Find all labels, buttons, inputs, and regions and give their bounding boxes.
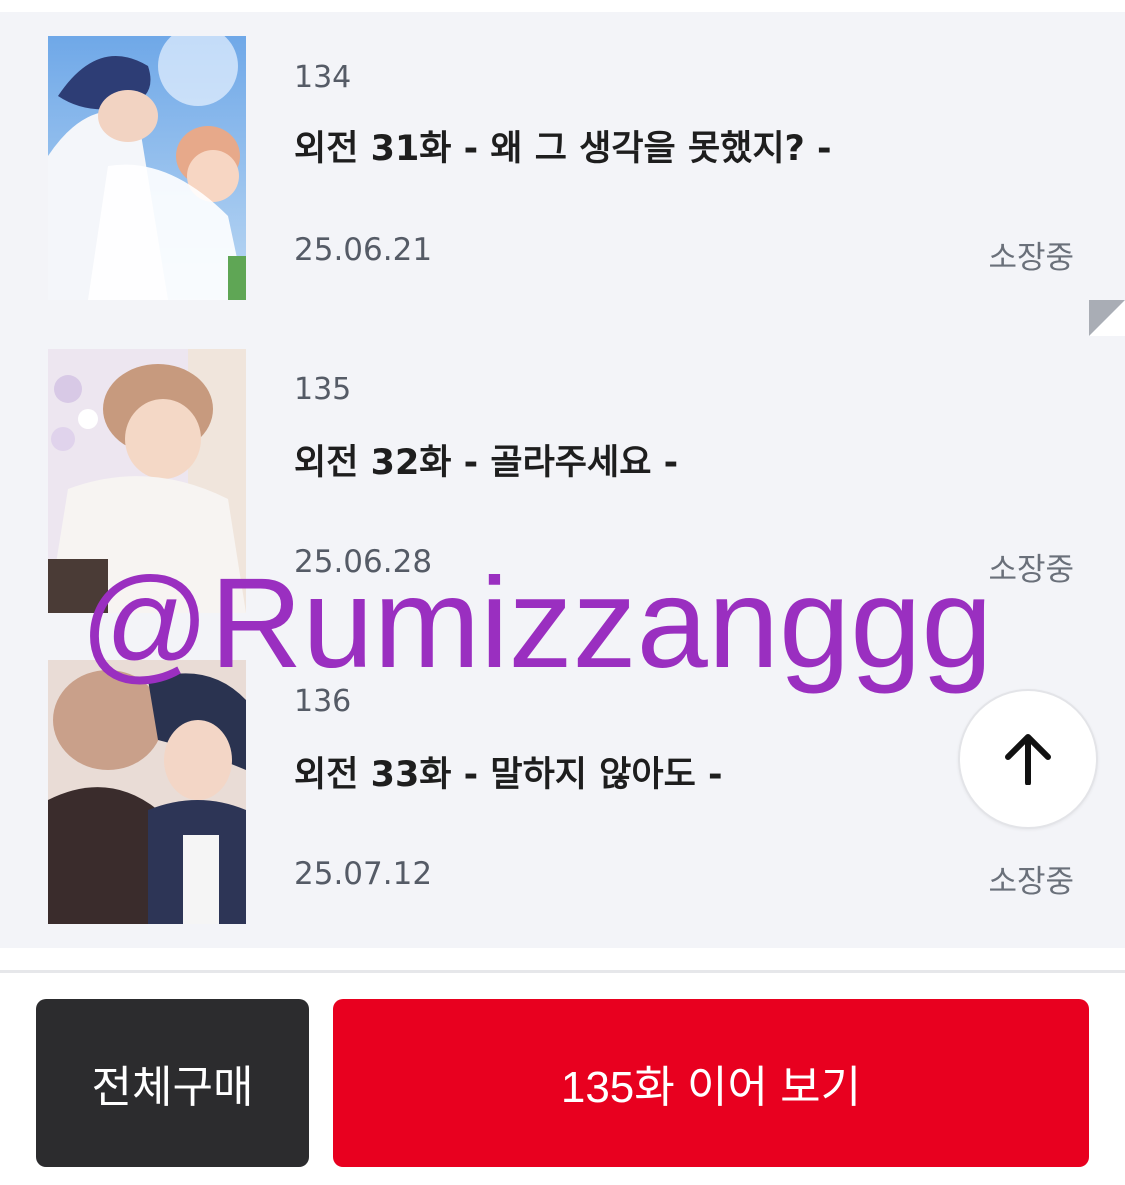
episode-title[interactable]: 외전 31화 - 왜 그 생각을 못했지? - xyxy=(294,120,832,171)
ownership-status: 소장중 xyxy=(988,552,1074,588)
ownership-status: 소장중 xyxy=(988,864,1074,900)
episode-thumbnail[interactable] xyxy=(48,36,246,300)
episode-number: 134 xyxy=(294,60,352,95)
episode-list: 134 외전 31화 - 왜 그 생각을 못했지? - 25.06.21 소장중… xyxy=(0,12,1125,948)
thumbnail-art xyxy=(48,349,246,613)
scroll-to-top-button[interactable] xyxy=(958,689,1098,829)
episode-row[interactable]: 134 외전 31화 - 왜 그 생각을 못했지? - 25.06.21 소장중 xyxy=(0,12,1125,324)
thumbnail-art xyxy=(48,660,246,924)
episode-date: 25.06.28 xyxy=(294,544,433,580)
page-fold-icon xyxy=(1089,300,1125,336)
episode-title[interactable]: 외전 33화 - 말하지 않아도 - xyxy=(294,746,723,797)
arrow-up-icon xyxy=(1005,734,1051,785)
divider xyxy=(0,970,1125,973)
thumbnail-art xyxy=(48,36,246,300)
continue-reading-button[interactable]: 135화 이어 보기 xyxy=(333,999,1089,1167)
episode-row[interactable]: 135 외전 32화 - 골라주세요 - 25.06.28 소장중 xyxy=(0,324,1125,636)
episode-number: 136 xyxy=(294,684,352,719)
episode-date: 25.06.21 xyxy=(294,232,433,268)
episode-title[interactable]: 외전 32화 - 골라주세요 - xyxy=(294,434,678,485)
episode-date: 25.07.12 xyxy=(294,856,433,892)
episode-thumbnail[interactable] xyxy=(48,660,246,924)
episode-thumbnail[interactable] xyxy=(48,349,246,613)
buy-all-button[interactable]: 전체구매 xyxy=(36,999,309,1167)
episode-row[interactable]: 136 외전 33화 - 말하지 않아도 - 25.07.12 소장중 xyxy=(0,636,1125,948)
episode-number: 135 xyxy=(294,372,352,407)
ownership-status: 소장중 xyxy=(988,240,1074,276)
